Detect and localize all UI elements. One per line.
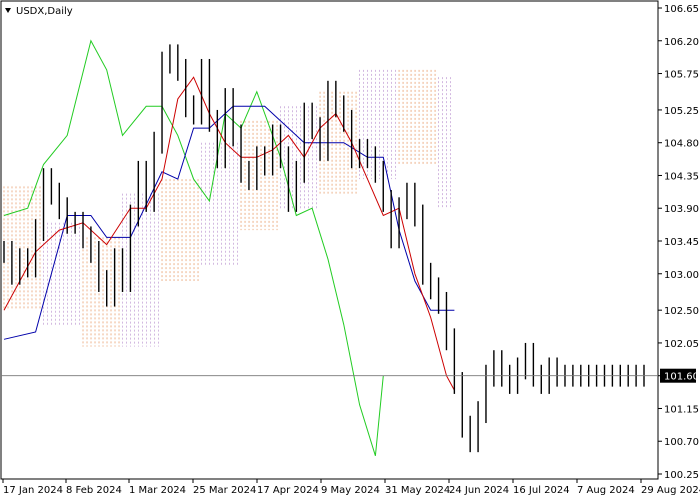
x-tick-label: 25 Mar 2024 [193, 485, 256, 496]
y-tick-label: 106.65 [664, 4, 699, 15]
x-tick-label: 29 Aug 2024 [641, 485, 700, 496]
x-tick-label: 1 Mar 2024 [129, 485, 186, 496]
x-tick-label: 24 Jun 2024 [449, 485, 509, 496]
y-tick-label: 103.00 [664, 270, 699, 281]
price-chart: 106.65 106.20 105.75 105.25 104.80 104.35 103.… [0, 0, 700, 500]
x-tick-label: 17 Apr 2024 [257, 485, 319, 496]
x-tick-label: 31 May 2024 [385, 485, 450, 496]
x-tick-label: 17 Jan 2024 [3, 485, 63, 496]
title-group: USDX,Daily [5, 6, 73, 17]
y-tick-label: 104.80 [664, 139, 699, 150]
x-tick-label: 7 Aug 2024 [577, 485, 635, 496]
y-tick-label: 100.70 [664, 437, 699, 448]
chart-background [0, 0, 700, 500]
chart-title: USDX,Daily [16, 6, 73, 17]
y-tick-label: 105.75 [664, 70, 699, 81]
current-price-label: 101.60 [664, 372, 699, 383]
y-tick-label: 105.25 [664, 106, 699, 117]
y-axis-labels: 106.65 106.20 105.75 105.25 104.80 104.35 103.… [658, 4, 699, 481]
y-tick-label: 103.90 [664, 204, 699, 215]
x-tick-label: 8 Feb 2024 [66, 485, 122, 496]
y-tick-label: 101.15 [664, 404, 699, 415]
x-tick-label: 16 Jul 2024 [513, 485, 570, 496]
y-tick-label: 106.20 [664, 37, 699, 48]
chart-root: 106.65 106.20 105.75 105.25 104.80 104.35 103.… [0, 0, 700, 500]
y-tick-label: 102.50 [664, 306, 699, 317]
y-tick-label: 103.45 [664, 237, 699, 248]
y-tick-label: 104.35 [664, 171, 699, 182]
x-tick-label: 9 May 2024 [321, 485, 380, 496]
y-tick-label: 100.25 [664, 470, 699, 481]
y-tick-label: 102.05 [664, 339, 699, 350]
